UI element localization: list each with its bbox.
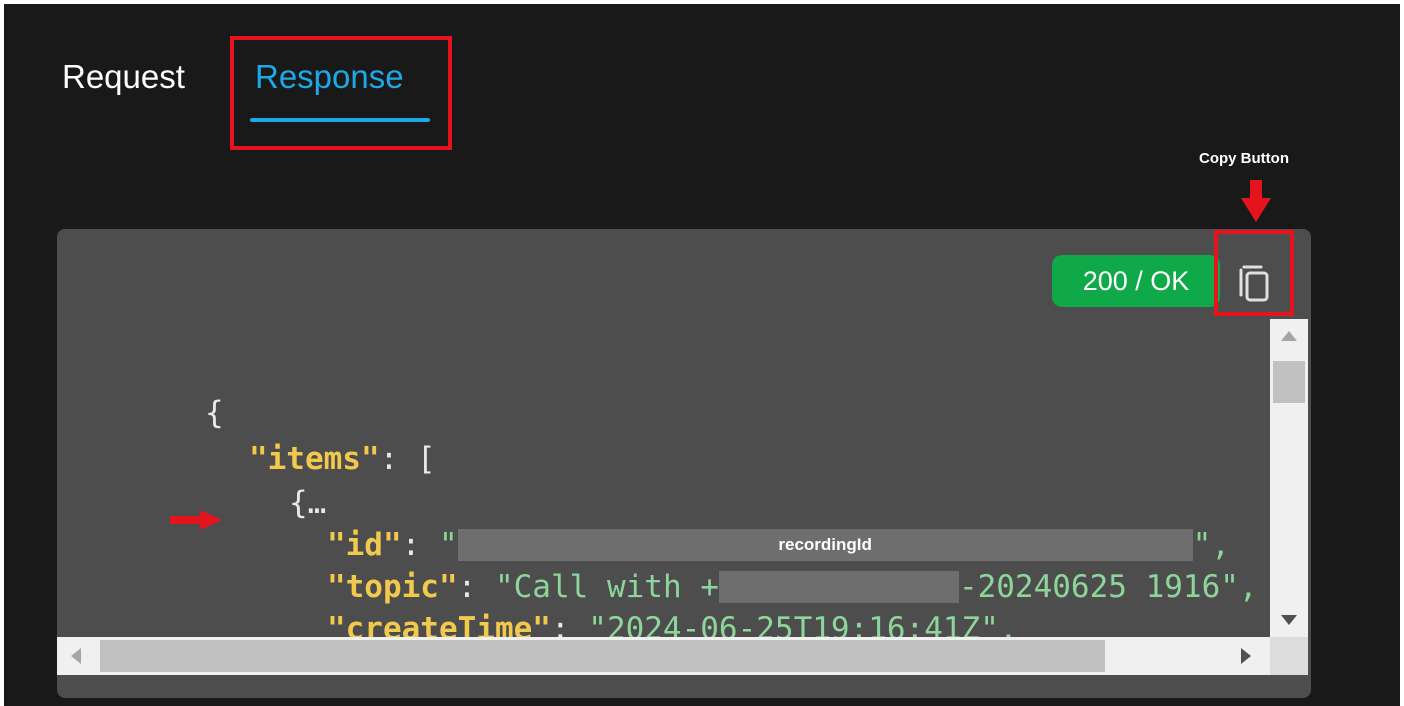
tab-request[interactable]: Request — [62, 58, 185, 96]
scroll-up-icon[interactable] — [1281, 331, 1297, 341]
scroll-right-icon[interactable] — [1241, 648, 1251, 664]
code-line-createtime: "createTime": "2024-06-25T19:16:41Z", — [326, 611, 1018, 647]
status-badge: 200 / OK — [1052, 255, 1220, 307]
scroll-left-icon[interactable] — [71, 648, 81, 664]
arrow-down-icon — [1241, 180, 1271, 222]
horizontal-scrollbar[interactable] — [57, 637, 1270, 675]
arrow-right-icon — [170, 510, 222, 530]
vertical-scrollbar[interactable] — [1270, 319, 1308, 637]
json-response-body[interactable]: { "items": [ {… "id": " recordingId ", "to… — [57, 317, 1267, 647]
scroll-down-icon[interactable] — [1281, 615, 1297, 625]
vertical-scroll-thumb[interactable] — [1273, 361, 1305, 403]
code-line-id: "id": " recordingId ", — [326, 527, 1230, 563]
horizontal-scroll-thumb[interactable] — [100, 640, 1105, 672]
active-tab-indicator — [250, 118, 430, 122]
code-line-3: {… — [288, 485, 327, 521]
scrollbar-corner — [1270, 637, 1308, 675]
tab-response[interactable]: Response — [255, 58, 404, 96]
code-line-1: { — [204, 395, 224, 431]
copy-button-caption: Copy Button — [1199, 150, 1289, 167]
code-line-topic: "topic": "Call with + -20240625 1916", — [326, 569, 1258, 605]
copy-button[interactable] — [1227, 255, 1281, 311]
copy-icon — [1239, 265, 1269, 302]
code-line-2: "items": [ — [248, 441, 436, 477]
response-code-card: 200 / OK { "items": [ {… "id": " recordin… — [57, 229, 1311, 698]
